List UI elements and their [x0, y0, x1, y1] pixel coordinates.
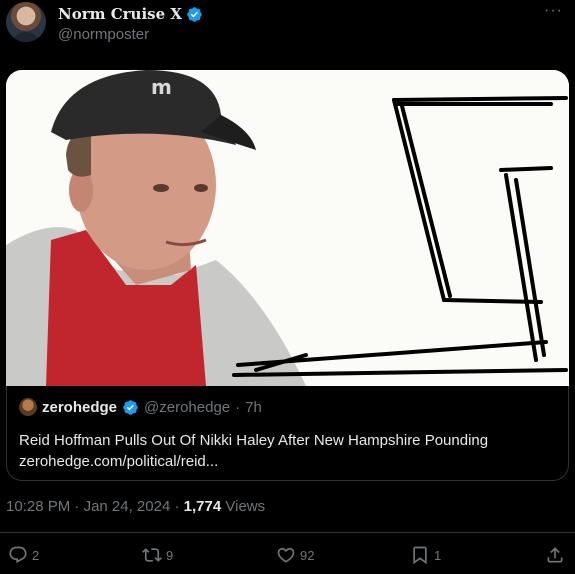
bookmark-count: 1: [434, 547, 442, 563]
bookmark-icon: [413, 546, 427, 565]
tweet-header: Norm Cruise X @normposter ···: [6, 2, 569, 46]
tweet-date[interactable]: Jan 24, 2024: [84, 498, 171, 515]
action-bar: 2 9 92 1: [0, 545, 575, 573]
separator-dot: ·: [235, 398, 241, 416]
svg-text:m: m: [151, 75, 172, 99]
heart-icon: [277, 547, 295, 563]
repost-button[interactable]: 9: [142, 545, 173, 565]
quoted-tweet-text: Reid Hoffman Pulls Out Of Nikki Haley Af…: [19, 432, 489, 449]
reply-icon: [9, 546, 27, 564]
tweet-image[interactable]: m: [6, 70, 569, 386]
verified-badge-icon: [123, 399, 138, 415]
quoted-tweet-body: Reid Hoffman Pulls Out Of Nikki Haley Af…: [19, 430, 559, 472]
divider: [0, 532, 575, 533]
share-icon: [547, 547, 563, 563]
more-options-button[interactable]: ···: [544, 2, 563, 20]
views-label: Views: [225, 498, 266, 515]
quoted-tweet-age: 7h: [245, 398, 262, 416]
author-name-row[interactable]: Norm Cruise X: [58, 5, 203, 23]
quoted-tweet-header: zerohedge @zerohedge · 7h: [19, 398, 262, 416]
separator-dot: ·: [74, 498, 80, 515]
verified-badge-icon: [187, 6, 202, 22]
quoted-author-name: zerohedge: [42, 398, 118, 416]
tweet-meta: 10:28 PM · Jan 24, 2024 · 1,774 Views: [6, 498, 265, 515]
like-count: 92: [300, 547, 315, 563]
repost-count: 9: [166, 547, 174, 563]
repost-icon: [142, 548, 162, 562]
author-avatar[interactable]: [6, 2, 46, 42]
reply-count: 2: [32, 547, 40, 563]
reply-button[interactable]: 2: [8, 545, 39, 565]
quoted-author-handle: @zerohedge: [144, 398, 231, 416]
author-handle[interactable]: @normposter: [58, 26, 149, 43]
like-button[interactable]: 92: [276, 545, 314, 565]
tweet: Norm Cruise X @normposter ··· m zerohedg…: [0, 0, 575, 574]
author-display-name[interactable]: Norm Cruise X: [58, 5, 182, 23]
views-count: 1,774: [183, 498, 222, 515]
quoted-tweet-card[interactable]: zerohedge @zerohedge · 7h Reid Hoffman P…: [6, 386, 569, 481]
quoted-author-avatar: [19, 398, 37, 416]
tweet-time[interactable]: 10:28 PM: [6, 498, 70, 515]
bookmark-button[interactable]: 1: [410, 545, 441, 565]
separator-dot: ·: [174, 498, 180, 515]
share-button[interactable]: [545, 545, 565, 565]
quoted-tweet-link[interactable]: zerohedge.com/political/reid...: [19, 451, 559, 472]
